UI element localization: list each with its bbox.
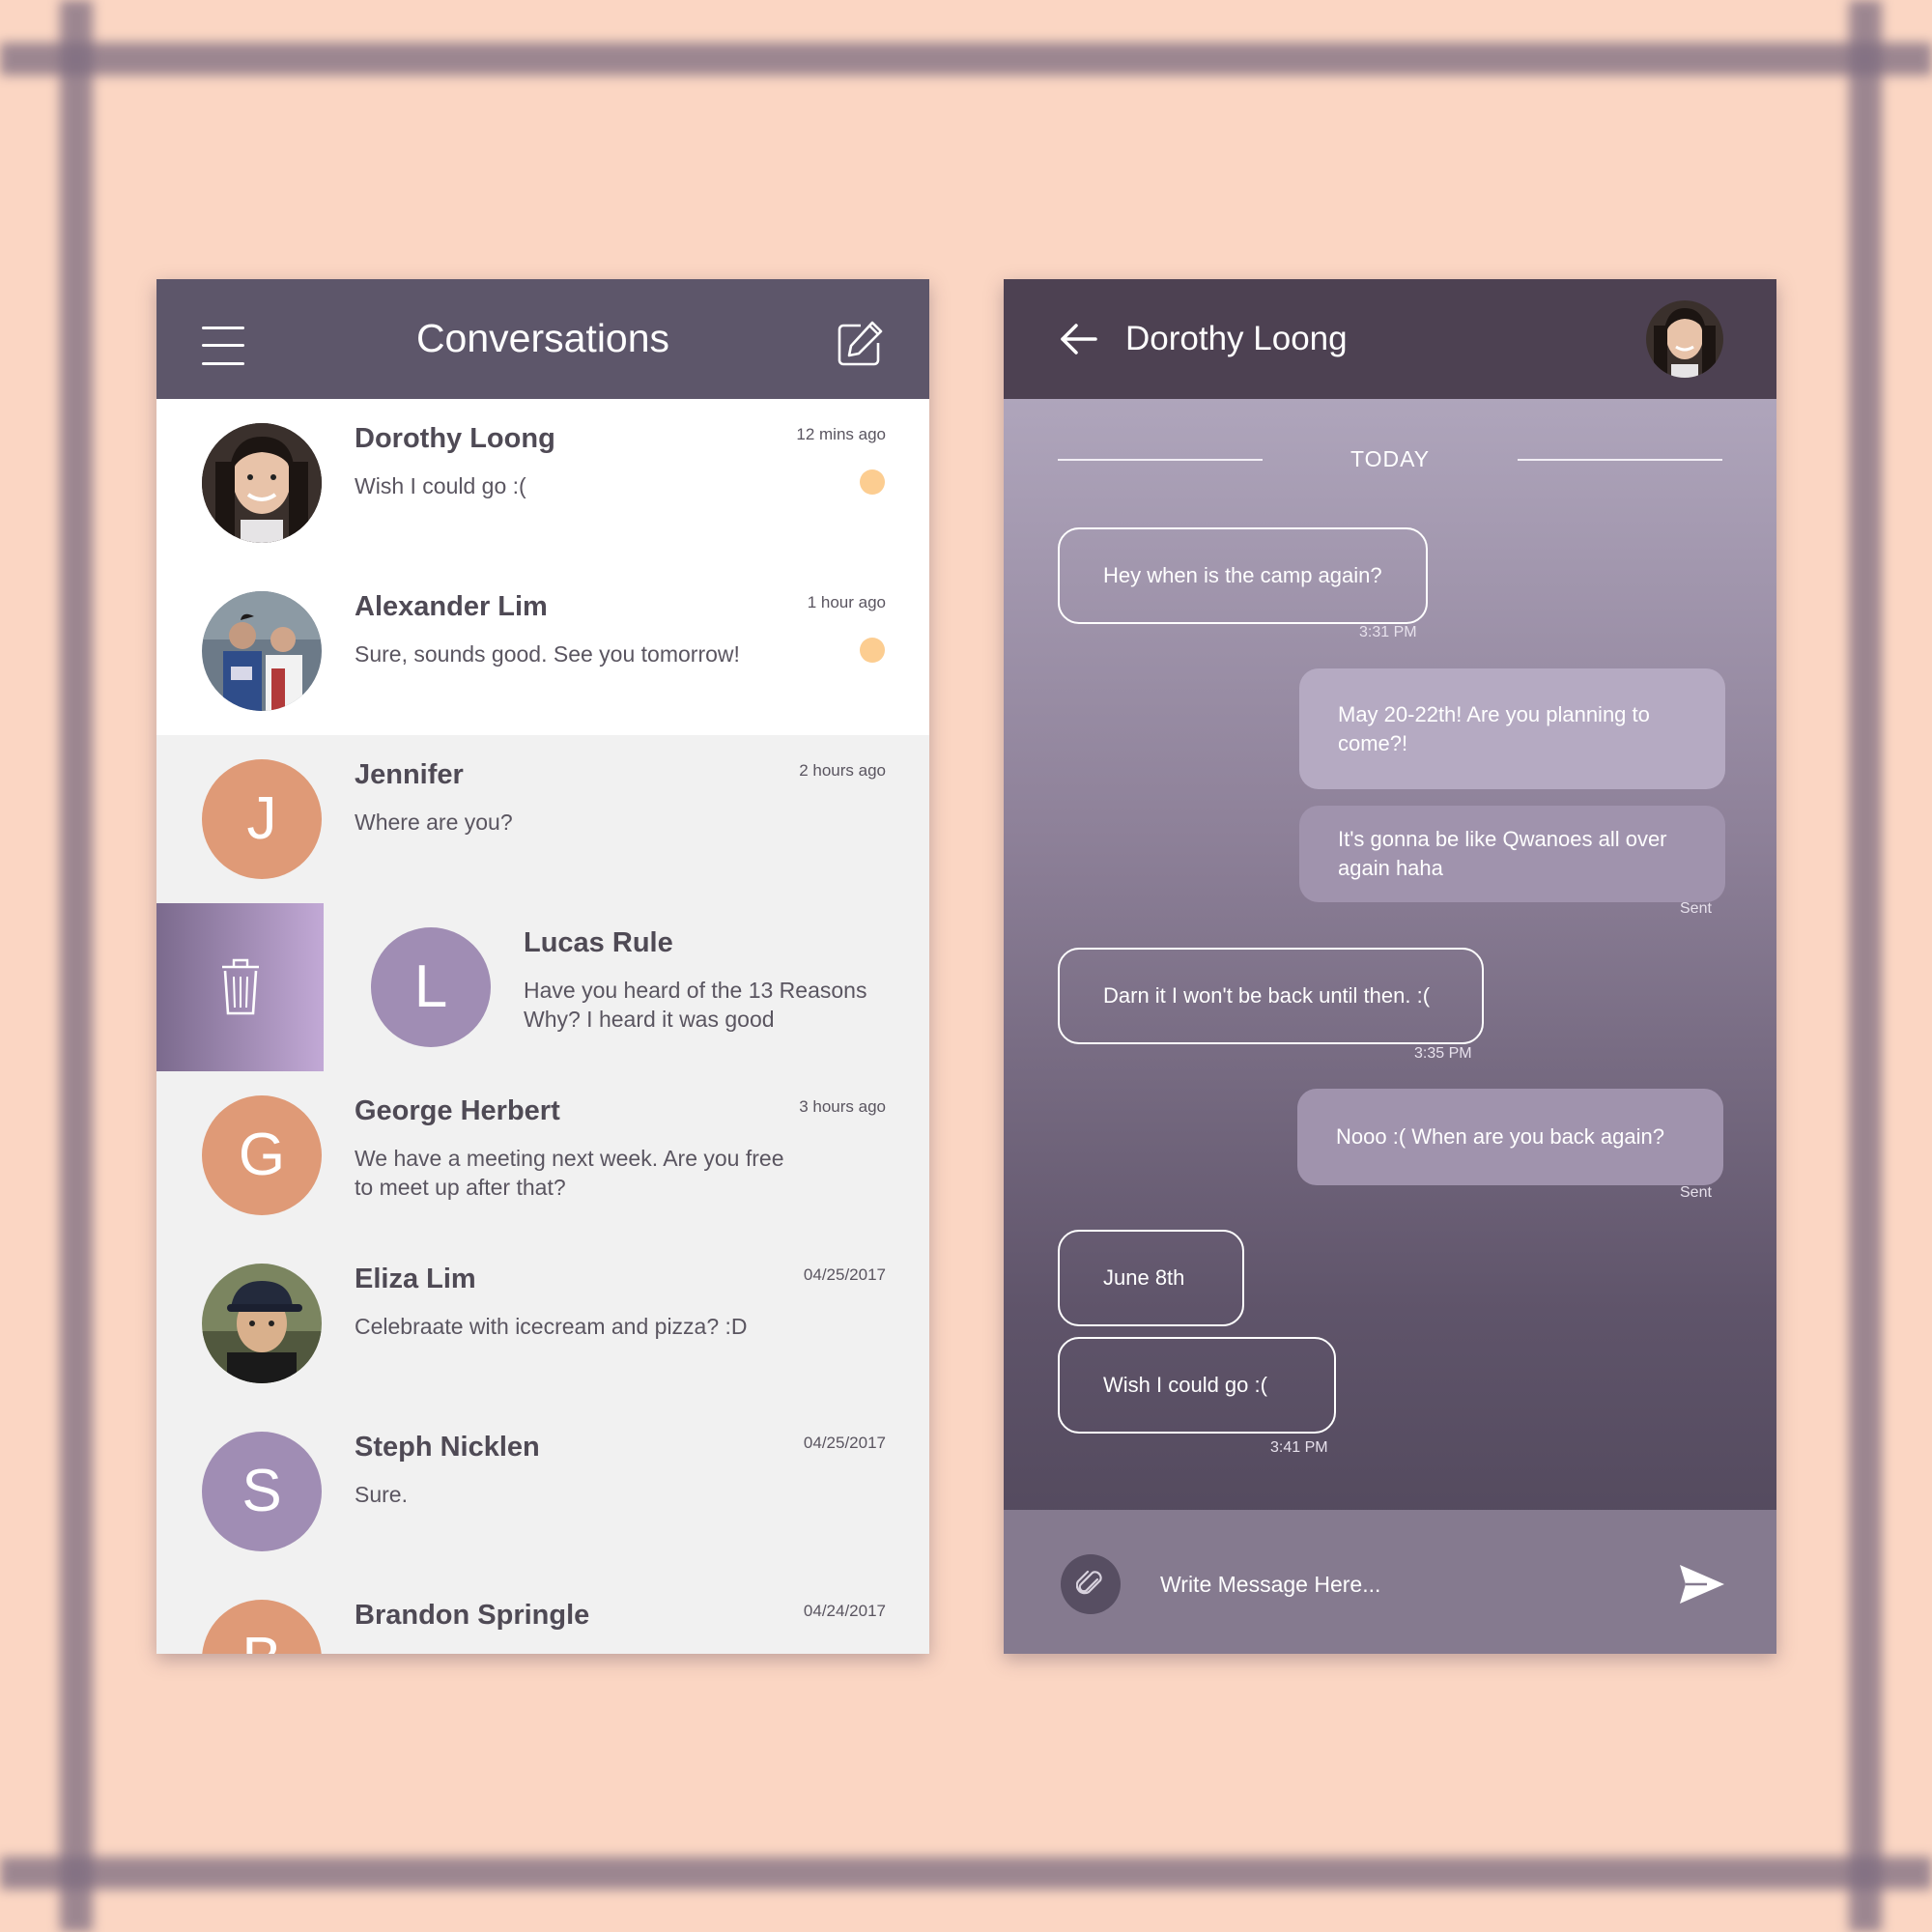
frame-border-bottom xyxy=(0,1857,1932,1889)
conversation-item-swiped[interactable]: L Lucas Rule Have you heard of the 13 Re… xyxy=(156,903,929,1071)
message-preview: Sure, sounds good. See you tomorrow! xyxy=(355,641,740,667)
message-time: 3:41 PM xyxy=(1270,1439,1328,1456)
conversation-item[interactable]: G George Herbert We have a meeting next … xyxy=(156,1071,929,1239)
message-time: 3:35 PM xyxy=(1414,1045,1472,1062)
delete-button[interactable] xyxy=(156,903,324,1071)
conversation-item[interactable]: B Brandon Springle 04/24/2017 xyxy=(156,1576,929,1654)
message-status: Sent xyxy=(1680,900,1712,917)
avatar: S xyxy=(202,1432,322,1551)
message-bubble-received: June 8th xyxy=(1058,1230,1244,1326)
message-status: Sent xyxy=(1680,1184,1712,1201)
message-preview: We have a meeting next week. Are you fre… xyxy=(355,1146,784,1200)
message-bubble-received: Hey when is the camp again? xyxy=(1058,527,1428,624)
message-time: 3:31 PM xyxy=(1359,624,1417,640)
conversation-item[interactable]: J Jennifer Where are you? 2 hours ago xyxy=(156,735,929,903)
message-preview: Where are you? xyxy=(355,810,513,835)
unread-indicator xyxy=(860,469,885,495)
timestamp: 04/24/2017 xyxy=(803,1602,886,1620)
timestamp: 04/25/2017 xyxy=(803,1265,886,1284)
contact-name: Eliza Lim xyxy=(355,1264,476,1294)
message-bubble-received: Darn it I won't be back until then. :( xyxy=(1058,948,1484,1044)
back-arrow-icon[interactable] xyxy=(1057,320,1099,358)
conversation-item[interactable]: Dorothy Loong Wish I could go :( 12 mins… xyxy=(156,399,929,567)
frame-border-left xyxy=(60,0,93,1932)
message-bubble-sent: May 20-22th! Are you planning to come?! xyxy=(1299,668,1725,789)
avatar: L xyxy=(371,927,491,1047)
trash-icon xyxy=(222,958,259,1015)
message-bubble-sent: Nooo :( When are you back again? xyxy=(1297,1089,1723,1185)
chat-header: Dorothy Loong xyxy=(1004,279,1776,399)
attach-button[interactable] xyxy=(1061,1554,1121,1614)
message-composer xyxy=(1004,1510,1776,1654)
contact-name: Lucas Rule xyxy=(524,927,673,958)
message-preview: Have you heard of the 13 Reasons Why? I … xyxy=(524,978,867,1032)
chat-screen: Dorothy Loong TODAY Hey when is the camp… xyxy=(1004,279,1776,1654)
avatar: B xyxy=(202,1600,322,1654)
paperclip-icon xyxy=(1076,1570,1102,1595)
divider xyxy=(1518,459,1722,461)
conversations-screen: Conversations Dorothy Loong Wish I could… xyxy=(156,279,929,1654)
frame-border-right xyxy=(1849,0,1882,1932)
timestamp: 2 hours ago xyxy=(799,761,886,780)
message-preview: Wish I could go :( xyxy=(355,473,526,498)
message-preview: Sure. xyxy=(355,1482,408,1507)
page-title: Conversations xyxy=(415,316,670,360)
timestamp: 04/25/2017 xyxy=(803,1434,886,1452)
timestamp: 1 hour ago xyxy=(807,593,886,611)
avatar: J xyxy=(202,759,322,879)
unread-indicator xyxy=(860,638,885,663)
conversation-item[interactable]: Eliza Lim Celebraate with icecream and p… xyxy=(156,1239,929,1407)
conversation-item[interactable]: Alexander Lim Sure, sounds good. See you… xyxy=(156,567,929,735)
frame-border-top xyxy=(0,43,1932,75)
message-bubble-received: Wish I could go :( xyxy=(1058,1337,1336,1434)
compose-icon[interactable] xyxy=(836,320,884,368)
message-preview: Celebraate with icecream and pizza? :D xyxy=(355,1314,748,1339)
avatar xyxy=(202,423,322,543)
contact-name: Dorothy Loong xyxy=(1125,320,1348,357)
contact-name: Steph Nicklen xyxy=(355,1432,540,1463)
message-bubble-sent: It's gonna be like Qwanoes all over agai… xyxy=(1299,806,1725,902)
message-input[interactable] xyxy=(1158,1564,1626,1605)
avatar xyxy=(202,1264,322,1383)
avatar: G xyxy=(202,1095,322,1215)
contact-name: Brandon Springle xyxy=(355,1600,590,1631)
contact-name: Alexander Lim xyxy=(355,591,548,622)
contact-name: George Herbert xyxy=(355,1095,560,1126)
send-icon[interactable] xyxy=(1678,1563,1726,1605)
conversations-header: Conversations xyxy=(156,279,929,399)
contact-name: Jennifer xyxy=(355,759,464,790)
conversation-item[interactable]: S Steph Nicklen Sure. 04/25/2017 xyxy=(156,1407,929,1576)
contact-name: Dorothy Loong xyxy=(355,423,555,454)
avatar xyxy=(202,591,322,711)
timestamp: 12 mins ago xyxy=(796,425,886,443)
timestamp: 3 hours ago xyxy=(799,1097,886,1116)
avatar[interactable] xyxy=(1646,300,1723,378)
